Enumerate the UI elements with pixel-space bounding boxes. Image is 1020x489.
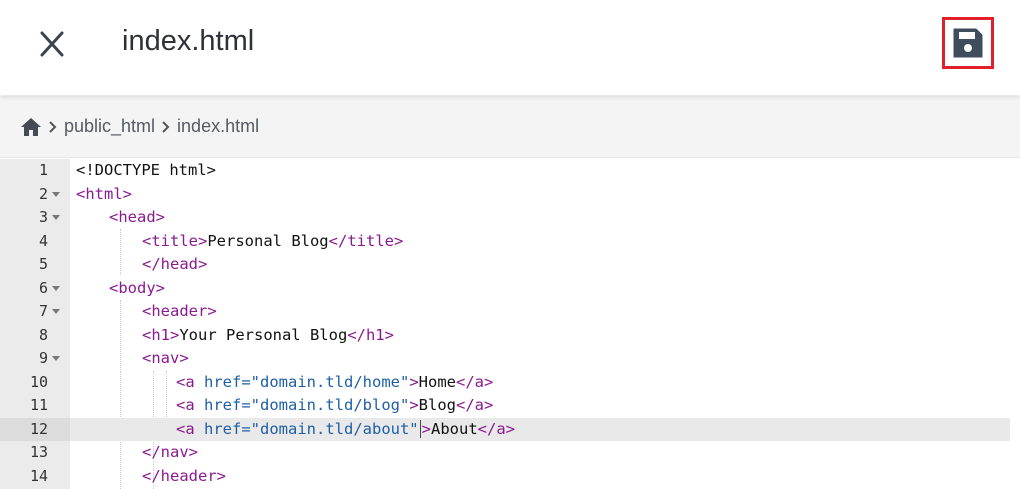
code-text: </head>	[142, 255, 208, 273]
close-icon	[40, 31, 64, 57]
code-line-10[interactable]: 10 <a href="domain.tld/home">Home</a>	[0, 371, 1020, 395]
code-text: <header>	[142, 302, 217, 320]
code-text: <a	[176, 372, 204, 391]
fold-arrow-icon[interactable]	[52, 215, 60, 220]
code-text: >	[409, 372, 419, 391]
code-line-3[interactable]: 3 <head>	[0, 206, 1020, 230]
code-text: <a	[176, 419, 204, 438]
code-text: <body>	[109, 278, 165, 297]
code-text: About	[431, 419, 478, 438]
fold-arrow-icon[interactable]	[52, 309, 60, 314]
code-text: Blog	[418, 396, 456, 414]
fold-arrow-icon[interactable]	[52, 285, 60, 291]
code-text: </title>	[328, 231, 404, 250]
line-number: 2	[38, 184, 48, 203]
save-icon	[953, 28, 983, 58]
file-title: index.html	[122, 25, 255, 57]
breadcrumb: public_html index.html	[0, 96, 1020, 158]
code-line-1[interactable]: 1 <!DOCTYPE html>	[0, 159, 1020, 183]
line-number: 8	[38, 325, 48, 344]
code-text: </a>	[455, 396, 494, 414]
code-text: href=	[204, 419, 251, 438]
code-text: Your Personal Blog	[179, 325, 348, 344]
code-text: "domain.tld/blog"	[250, 396, 410, 414]
code-text: </h1>	[347, 325, 394, 344]
line-number: 3	[38, 208, 48, 226]
save-button[interactable]	[942, 17, 994, 69]
code-line-14[interactable]: 14 </header>	[0, 465, 1020, 489]
breadcrumb-item-public-html[interactable]: public_html	[64, 116, 155, 137]
code-text: "domain.tld/home"	[250, 372, 410, 391]
code-text: "domain.tld/about"	[250, 419, 419, 438]
line-number: 9	[38, 349, 48, 367]
code-text: <h1>	[142, 325, 180, 344]
breadcrumb-item-index-html[interactable]: index.html	[177, 116, 259, 137]
fold-arrow-icon[interactable]	[52, 356, 60, 361]
code-text: <html>	[76, 184, 132, 203]
code-text: href=	[204, 372, 251, 391]
close-button[interactable]	[34, 27, 70, 61]
fold-arrow-icon[interactable]	[52, 191, 60, 197]
code-line-9[interactable]: 9 <nav>	[0, 347, 1020, 371]
line-number: 12	[29, 419, 48, 438]
code-text: <!DOCTYPE html>	[76, 161, 216, 179]
line-number: 1	[38, 161, 48, 179]
line-number: 10	[29, 372, 48, 391]
line-number: 6	[38, 278, 48, 297]
line-number: 4	[38, 231, 48, 250]
code-text: Personal Blog	[207, 231, 329, 250]
code-text: >	[421, 419, 431, 438]
code-line-13[interactable]: 13 </nav>	[0, 441, 1020, 465]
code-text: href=	[204, 396, 251, 414]
code-line-2[interactable]: 2 <html>	[0, 183, 1020, 207]
code-text: <head>	[109, 208, 165, 226]
code-text: <a	[176, 396, 204, 414]
code-line-8[interactable]: 8 <h1>Your Personal Blog</h1>	[0, 324, 1020, 348]
editor-header: index.html	[0, 0, 1020, 95]
line-number: 5	[38, 255, 48, 273]
code-text: </header>	[142, 466, 226, 485]
line-number: 7	[38, 302, 48, 320]
code-text: </nav>	[142, 443, 198, 461]
chevron-right-icon	[155, 120, 177, 134]
code-text: <nav>	[142, 349, 189, 367]
breadcrumb-home[interactable]	[20, 117, 42, 137]
line-number: 14	[29, 466, 48, 485]
code-line-7[interactable]: 7 <header>	[0, 300, 1020, 324]
home-icon	[21, 117, 41, 136]
code-line-11[interactable]: 11 <a href="domain.tld/blog">Blog</a>	[0, 394, 1020, 418]
chevron-right-icon	[42, 120, 64, 134]
code-line-5[interactable]: 5 </head>	[0, 253, 1020, 277]
code-editor[interactable]: 1 <!DOCTYPE html> 2 <html> 3 <head> 4 <t…	[0, 159, 1020, 489]
code-line-12[interactable]: 12 <a href="domain.tld/about" >About</a>	[0, 417, 1020, 441]
text-cursor	[419, 420, 421, 438]
code-line-4[interactable]: 4 <title>Personal Blog</title>	[0, 230, 1020, 254]
line-number: 13	[29, 443, 48, 461]
line-number: 11	[29, 396, 48, 414]
code-text: >	[409, 396, 419, 414]
code-text: Home	[418, 372, 456, 391]
code-line-6[interactable]: 6 <body>	[0, 277, 1020, 301]
code-text: </a>	[477, 419, 515, 438]
code-text: <title>	[142, 231, 208, 250]
code-text: </a>	[455, 372, 494, 391]
